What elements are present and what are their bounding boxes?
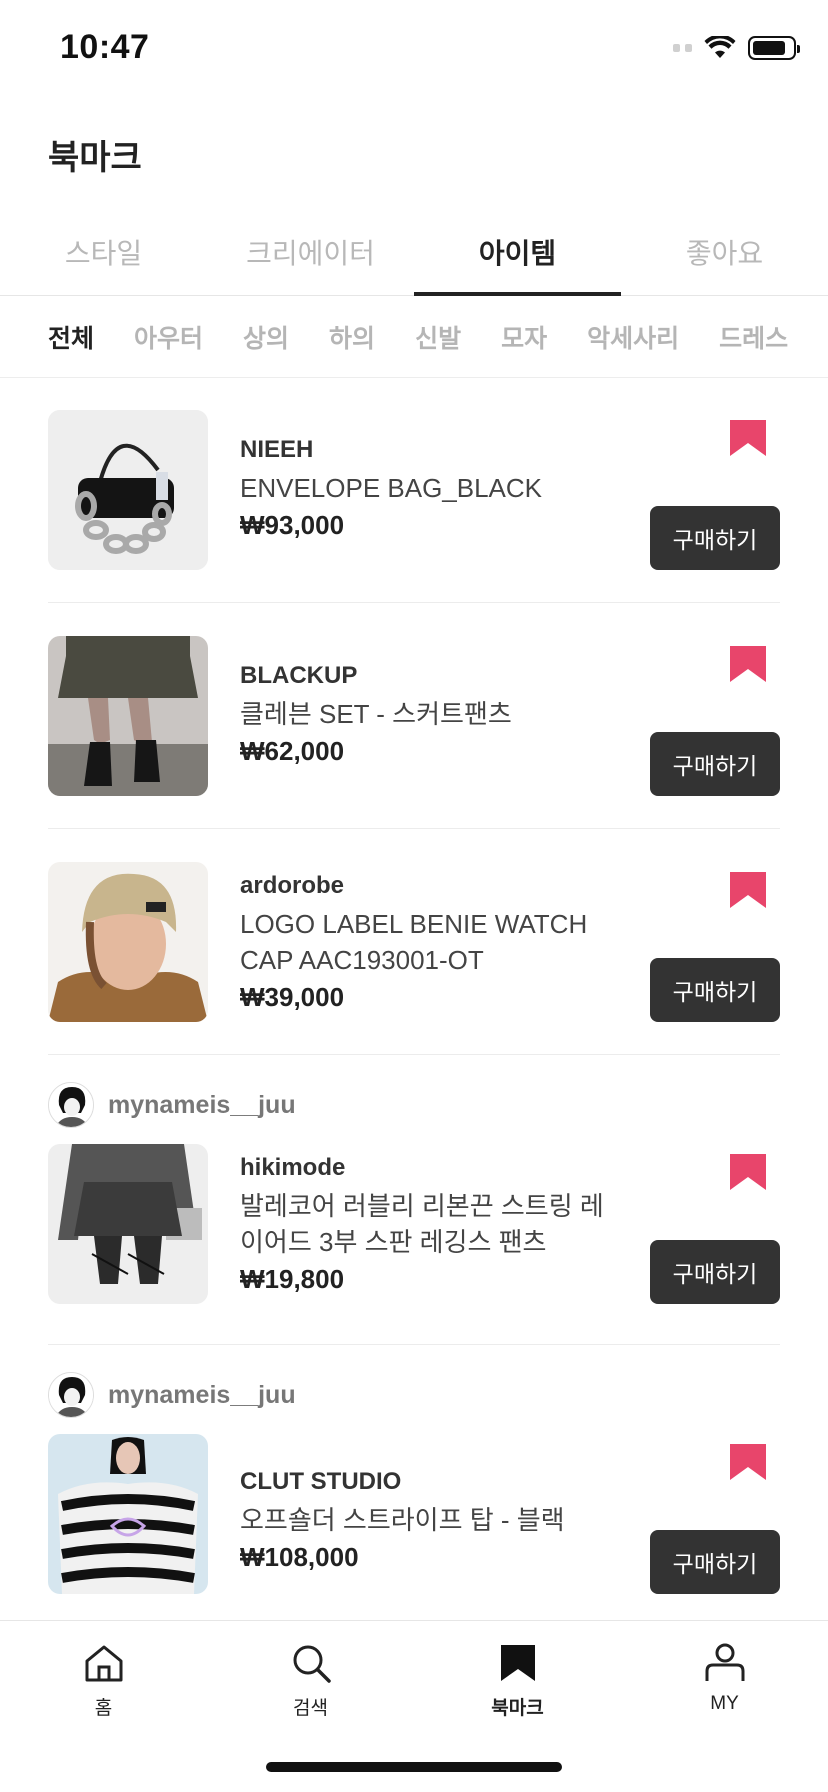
list-item[interactable]: NIEEH ENVELOPE BAG_BLACK ₩93,000 구매하기 <box>48 410 780 570</box>
cellular-signal-icon <box>673 44 692 52</box>
product-info: NIEEH ENVELOPE BAG_BLACK ₩93,000 <box>240 436 620 541</box>
product-image[interactable] <box>48 1144 208 1304</box>
divider <box>48 602 780 603</box>
product-price: ₩39,000 <box>240 982 345 1012</box>
nav-search[interactable]: 검색 <box>207 1641 414 1720</box>
brand-name[interactable]: BLACKUP <box>240 662 620 690</box>
brand-name[interactable]: hikimode <box>240 1154 620 1182</box>
product-price: ₩19,800 <box>240 1264 345 1294</box>
product-name[interactable]: 클레븐 SET - 스커트팬츠 <box>240 696 620 732</box>
buy-button[interactable]: 구매하기 <box>650 732 780 796</box>
category-shoes[interactable]: 신발 <box>415 319 461 355</box>
buy-button[interactable]: 구매하기 <box>650 506 780 570</box>
category-accessory[interactable]: 악세사리 <box>587 319 679 355</box>
tab-item[interactable]: 아이템 <box>414 220 621 296</box>
list-item[interactable]: ardorobe LOGO LABEL BENIE WATCH CAP AAC1… <box>48 862 780 1022</box>
product-info: ardorobe LOGO LABEL BENIE WATCH CAP AAC1… <box>240 872 620 1013</box>
nav-bookmark[interactable]: 북마크 <box>414 1641 621 1720</box>
bottom-nav: 홈 검색 북마크 MY <box>0 1620 828 1792</box>
product-price: ₩108,000 <box>240 1542 359 1572</box>
category-all[interactable]: 전체 <box>48 319 94 355</box>
battery-icon <box>748 36 800 60</box>
category-filter: 전체 아우터 상의 하의 신발 모자 악세사리 드레스 <box>0 296 828 378</box>
list-item[interactable]: mynameis__juu CLUT STUDIO 오프숄더 스트라이프 탑 -… <box>48 1372 780 1622</box>
product-image[interactable] <box>48 636 208 796</box>
category-outer[interactable]: 아우터 <box>134 319 203 355</box>
username[interactable]: mynameis__juu <box>108 1381 296 1410</box>
brand-name[interactable]: NIEEH <box>240 436 620 464</box>
avatar[interactable] <box>48 1082 94 1128</box>
product-info: CLUT STUDIO 오프숄더 스트라이프 탑 - 블랙 ₩108,000 <box>240 1468 620 1573</box>
buy-button[interactable]: 구매하기 <box>650 1530 780 1594</box>
bookmark-icon[interactable] <box>730 420 766 456</box>
bookmark-icon[interactable] <box>730 1444 766 1480</box>
product-name[interactable]: 발레코어 러블리 리본끈 스트링 레이어드 3부 스판 레깅스 팬츠 <box>240 1188 620 1260</box>
list-item[interactable]: BLACKUP 클레븐 SET - 스커트팬츠 ₩62,000 구매하기 <box>48 636 780 796</box>
nav-label: 홈 <box>94 1698 113 1719</box>
status-bar: 10:47 <box>0 0 828 100</box>
divider <box>48 1344 780 1345</box>
user-icon <box>705 1643 744 1681</box>
divider <box>48 828 780 829</box>
product-image[interactable] <box>48 410 208 570</box>
brand-name[interactable]: CLUT STUDIO <box>240 1468 620 1496</box>
category-hat[interactable]: 모자 <box>501 319 547 355</box>
tab-creator[interactable]: 크리에이터 <box>207 220 414 295</box>
product-info: BLACKUP 클레븐 SET - 스커트팬츠 ₩62,000 <box>240 662 620 767</box>
product-name[interactable]: ENVELOPE BAG_BLACK <box>240 470 620 506</box>
home-icon <box>85 1645 122 1682</box>
buy-button[interactable]: 구매하기 <box>650 958 780 1022</box>
product-name[interactable]: 오프숄더 스트라이프 탑 - 블랙 <box>240 1502 620 1538</box>
product-image[interactable] <box>48 1434 208 1594</box>
category-dress[interactable]: 드레스 <box>719 319 788 355</box>
nav-label: MY <box>710 1693 739 1714</box>
main-tabs: 스타일 크리에이터 아이템 좋아요 <box>0 220 828 296</box>
bookmark-icon[interactable] <box>730 1154 766 1190</box>
bookmark-icon[interactable] <box>730 872 766 908</box>
wifi-icon <box>704 36 736 58</box>
product-info: hikimode 발레코어 러블리 리본끈 스트링 레이어드 3부 스판 레깅스… <box>240 1154 620 1295</box>
search-icon <box>293 1645 331 1683</box>
list-item[interactable]: mynameis__juu hikimode 발레코어 러블리 리본끈 스트링 … <box>48 1082 780 1332</box>
divider <box>48 1054 780 1055</box>
bookmark-icon <box>500 1645 535 1681</box>
product-image[interactable] <box>48 862 208 1022</box>
nav-my[interactable]: MY <box>621 1641 828 1720</box>
status-time: 10:47 <box>60 28 150 66</box>
product-price: ₩93,000 <box>240 510 345 540</box>
user-row[interactable]: mynameis__juu <box>48 1372 296 1418</box>
tab-likes[interactable]: 좋아요 <box>621 220 828 295</box>
username[interactable]: mynameis__juu <box>108 1091 296 1120</box>
page-title: 북마크 <box>48 139 142 177</box>
bookmark-icon[interactable] <box>730 646 766 682</box>
category-bottom[interactable]: 하의 <box>329 319 375 355</box>
avatar[interactable] <box>48 1372 94 1418</box>
nav-label: 검색 <box>293 1698 328 1719</box>
product-name[interactable]: LOGO LABEL BENIE WATCH CAP AAC193001-OT <box>240 906 620 978</box>
buy-button[interactable]: 구매하기 <box>650 1240 780 1304</box>
tab-style[interactable]: 스타일 <box>0 220 207 295</box>
nav-label: 북마크 <box>491 1698 544 1719</box>
category-top[interactable]: 상의 <box>243 319 289 355</box>
brand-name[interactable]: ardorobe <box>240 872 620 900</box>
user-row[interactable]: mynameis__juu <box>48 1082 296 1128</box>
product-price: ₩62,000 <box>240 736 345 766</box>
nav-home[interactable]: 홈 <box>0 1641 207 1720</box>
home-indicator <box>266 1762 562 1772</box>
status-icons <box>673 36 800 60</box>
